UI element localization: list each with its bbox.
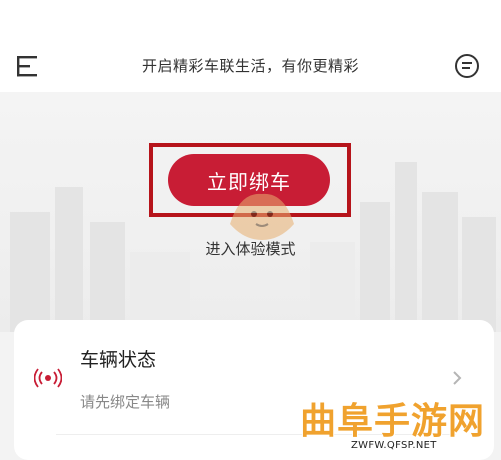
watermark-title: 曲阜手游网 (300, 400, 486, 442)
message-icon[interactable] (453, 52, 481, 80)
experience-mode-link[interactable]: 进入体验模式 (0, 238, 501, 259)
header-title: 开启精彩车联生活，有你更精彩 (141, 57, 359, 75)
signal-icon (34, 368, 62, 388)
chevron-right-icon[interactable] (451, 369, 463, 387)
status-bar-area (0, 0, 501, 42)
vehicle-status-title: 车辆状态 (80, 349, 157, 371)
watermark-url: ZWFW.QFSP.NET (351, 440, 437, 451)
vehicle-status-subtitle: 请先绑定车辆 (80, 393, 171, 411)
